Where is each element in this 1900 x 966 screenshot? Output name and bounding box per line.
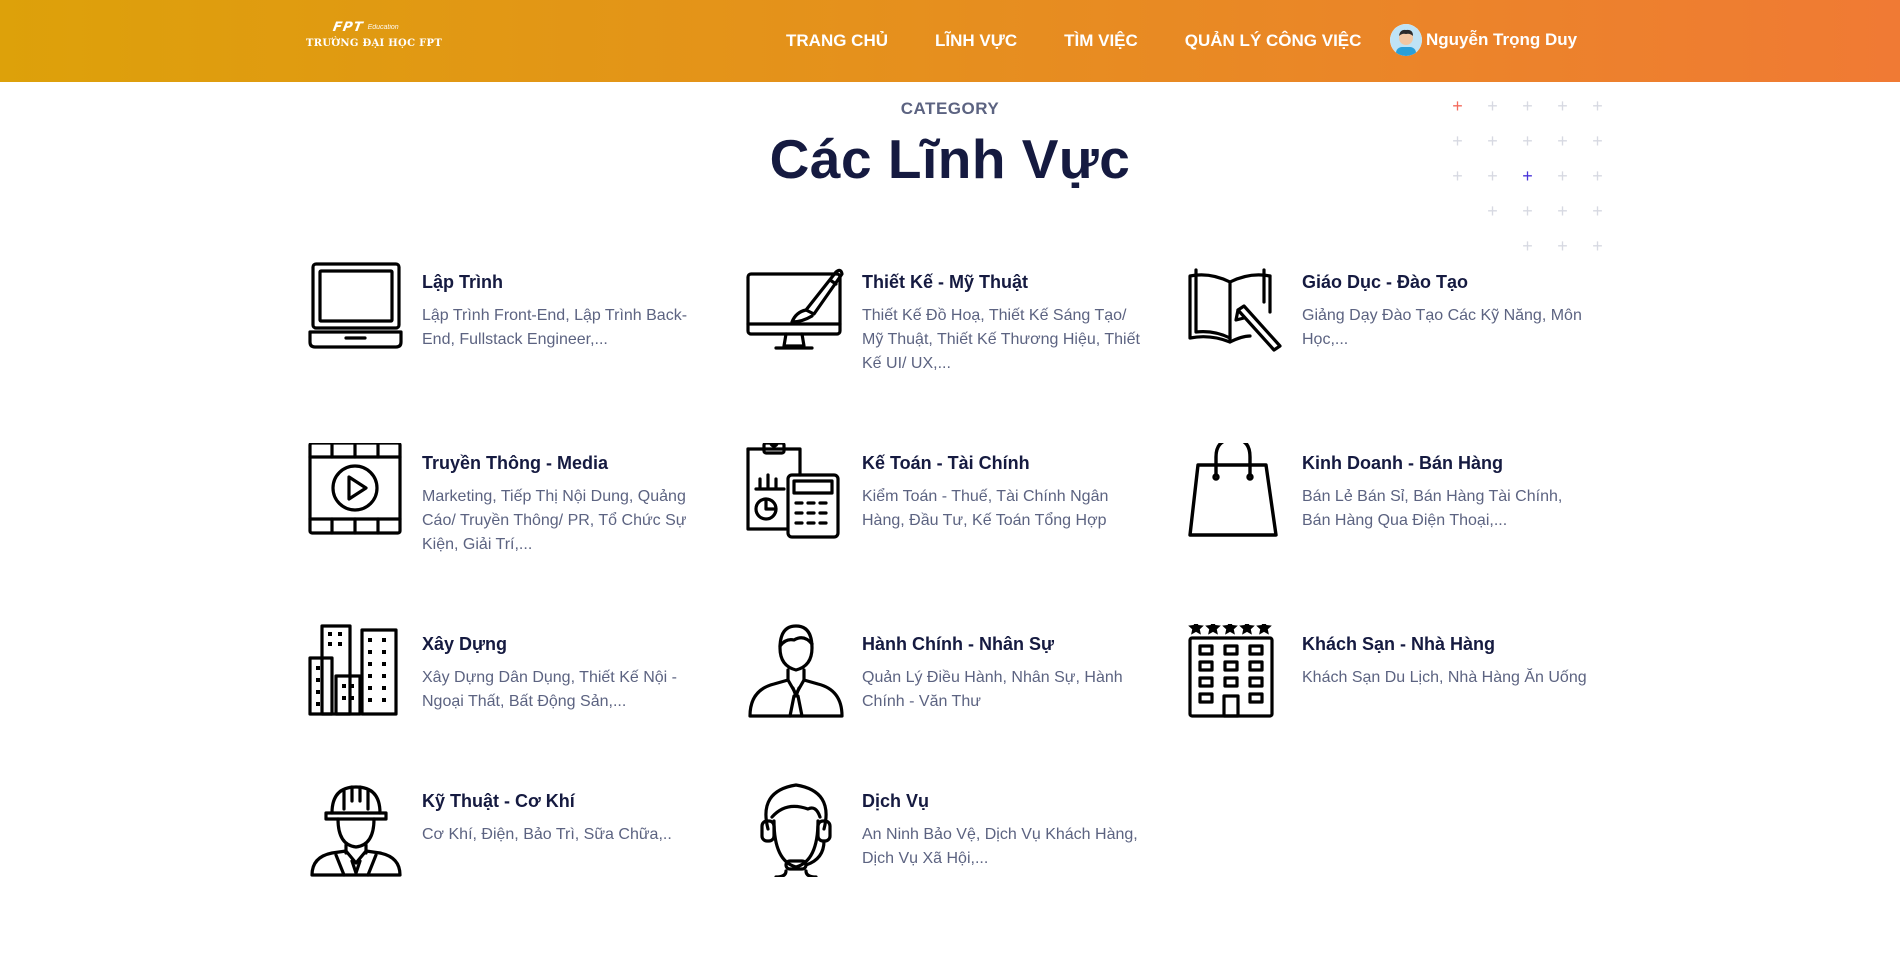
category-sales[interactable]: Kinh Doanh - Bán Hàng Bán Lẻ Bán Sỉ, Bán… (1186, 437, 1586, 563)
plus-icon: + (1592, 96, 1603, 116)
category-name: Dịch Vụ (862, 791, 930, 811)
category-description: Khách Sạn Du Lịch, Nhà Hàng Ăn Uống (1302, 669, 1587, 686)
category-name: Lập Trình (422, 272, 503, 292)
category-admin-hr[interactable]: Hành Chính - Nhân Sự Quản Lý Điều Hành, … (746, 624, 1146, 744)
plus-icon: + (1557, 236, 1568, 256)
user-menu[interactable]: Nguyễn Trọng Duy (1390, 24, 1577, 56)
calculator-report-icon (746, 438, 844, 539)
book-pencil-icon (1186, 262, 1284, 358)
user-avatar-icon (1390, 24, 1422, 56)
engineer-helmet-icon (306, 781, 404, 877)
category-name: Kế Toán - Tài Chính (862, 453, 1030, 473)
plus-icon: + (1592, 131, 1603, 151)
plus-icon: + (1522, 201, 1533, 221)
top-navbar: FPT Education TRƯỜNG ĐẠI HỌC FPT TRANG C… (0, 0, 1900, 82)
buildings-icon (306, 624, 404, 720)
school-name: TRƯỜNG ĐẠI HỌC FPT (306, 38, 443, 49)
category-name: Giáo Dục - Đào Tạo (1302, 272, 1469, 292)
category-name: Truyền Thông - Media (422, 453, 609, 473)
plus-icon: + (1487, 166, 1498, 186)
category-name: Kinh Doanh - Bán Hàng (1302, 453, 1503, 473)
headset-support-icon (746, 781, 844, 879)
fpt-logo-mark: FPT (331, 20, 365, 35)
plus-icon: + (1522, 166, 1533, 186)
category-description: Cơ Khí, Điện, Bảo Trì, Sữa Chữa,.. (422, 826, 672, 843)
plus-icon: + (1557, 166, 1568, 186)
plus-icon: + (1592, 166, 1603, 186)
category-finance[interactable]: Kế Toán - Tài Chính Kiểm Toán - Thuế, Tà… (746, 438, 1146, 563)
plus-icon: + (1487, 131, 1498, 151)
plus-icon: + (1487, 201, 1498, 221)
fpt-logo[interactable]: FPT Education TRƯỜNG ĐẠI HỌC FPT (306, 20, 443, 60)
plus-icon: + (1522, 96, 1533, 116)
nav-home[interactable]: TRANG CHỦ (786, 31, 888, 51)
plus-icon: + (1522, 236, 1533, 256)
category-description: Xây Dựng Dân Dụng, Thiết Kế Nội - Ngoại … (422, 669, 677, 710)
category-programming[interactable]: Lập Trình Lập Trình Front-End, Lập Trình… (306, 262, 706, 382)
plus-icon: + (1557, 201, 1568, 221)
category-construction[interactable]: Xây Dựng Xây Dựng Dân Dụng, Thiết Kế Nội… (306, 624, 706, 744)
plus-icon: + (1487, 96, 1498, 116)
plus-icon: + (1522, 131, 1533, 151)
category-description: Bán Lẻ Bán Sỉ, Bán Hàng Tài Chính, Bán H… (1302, 488, 1563, 529)
plus-icon: + (1557, 96, 1568, 116)
main-nav: TRANG CHỦ LĨNH VỰC TÌM VIỆC QUẢN LÝ CÔNG… (786, 0, 1408, 82)
plus-icon: + (1592, 201, 1603, 221)
category-description: Giảng Dạy Đào Tạo Các Kỹ Năng, Môn Học,.… (1302, 307, 1582, 348)
shopping-bag-icon (1186, 437, 1284, 539)
category-design[interactable]: Thiết Kế - Mỹ Thuật Thiết Kế Đồ Hoạ, Thi… (746, 262, 1146, 382)
hotel-icon (1186, 620, 1284, 720)
plus-icon: + (1592, 236, 1603, 256)
plus-icon: + (1557, 131, 1568, 151)
category-hotel-restaurant[interactable]: Khách Sạn - Nhà Hàng Khách Sạn Du Lịch, … (1186, 620, 1587, 744)
category-education[interactable]: Giáo Dục - Đào Tạo Giảng Dạy Đào Tạo Các… (1186, 262, 1586, 382)
category-services[interactable]: Dịch Vụ An Ninh Bảo Vệ, Dịch Vụ Khách Hà… (746, 781, 1146, 901)
category-name: Hành Chính - Nhân Sự (862, 634, 1055, 654)
category-name: Xây Dựng (422, 634, 508, 654)
user-name: Nguyễn Trọng Duy (1426, 30, 1578, 49)
laptop-icon (306, 262, 404, 358)
category-description: Thiết Kế Đồ Hoạ, Thiết Kế Sáng Tạo/ Mỹ T… (862, 307, 1140, 372)
nav-fields[interactable]: LĨNH VỰC (935, 31, 1017, 51)
logo-subtitle: Education (367, 24, 399, 31)
category-description: Lập Trình Front-End, Lập Trình Back-End,… (422, 307, 688, 348)
nav-find-jobs[interactable]: TÌM VIỆC (1064, 31, 1138, 51)
nav-manage-jobs[interactable]: QUẢN LÝ CÔNG VIỆC (1185, 31, 1362, 51)
plus-icon: + (1452, 166, 1463, 186)
decorative-plus-grid: + + + + + + + + + + + + + + + + + + + + + + (1451, 96, 1631, 260)
plus-icon: + (1452, 131, 1463, 151)
category-name: Kỹ Thuật - Cơ Khí (422, 791, 575, 811)
category-engineering[interactable]: Kỹ Thuật - Cơ Khí Cơ Khí, Điện, Bảo Trì,… (306, 781, 706, 901)
category-media[interactable]: Truyền Thông - Media Marketing, Tiếp Thị… (306, 441, 706, 563)
category-description: Marketing, Tiếp Thị Nội Dung, Quảng Cáo/… (422, 488, 687, 553)
media-film-icon (306, 441, 404, 539)
design-monitor-icon (746, 262, 844, 358)
category-name: Thiết Kế - Mỹ Thuật (862, 272, 1028, 292)
businessman-icon (746, 624, 844, 720)
plus-icon: + (1452, 96, 1463, 116)
category-description: Quản Lý Điều Hành, Nhân Sự, Hành Chính -… (862, 669, 1123, 710)
category-name: Khách Sạn - Nhà Hàng (1302, 634, 1496, 654)
category-description: Kiểm Toán - Thuế, Tài Chính Ngân Hàng, Đ… (862, 488, 1109, 529)
category-description: An Ninh Bảo Vệ, Dịch Vụ Khách Hàng, Dịch… (862, 826, 1138, 867)
